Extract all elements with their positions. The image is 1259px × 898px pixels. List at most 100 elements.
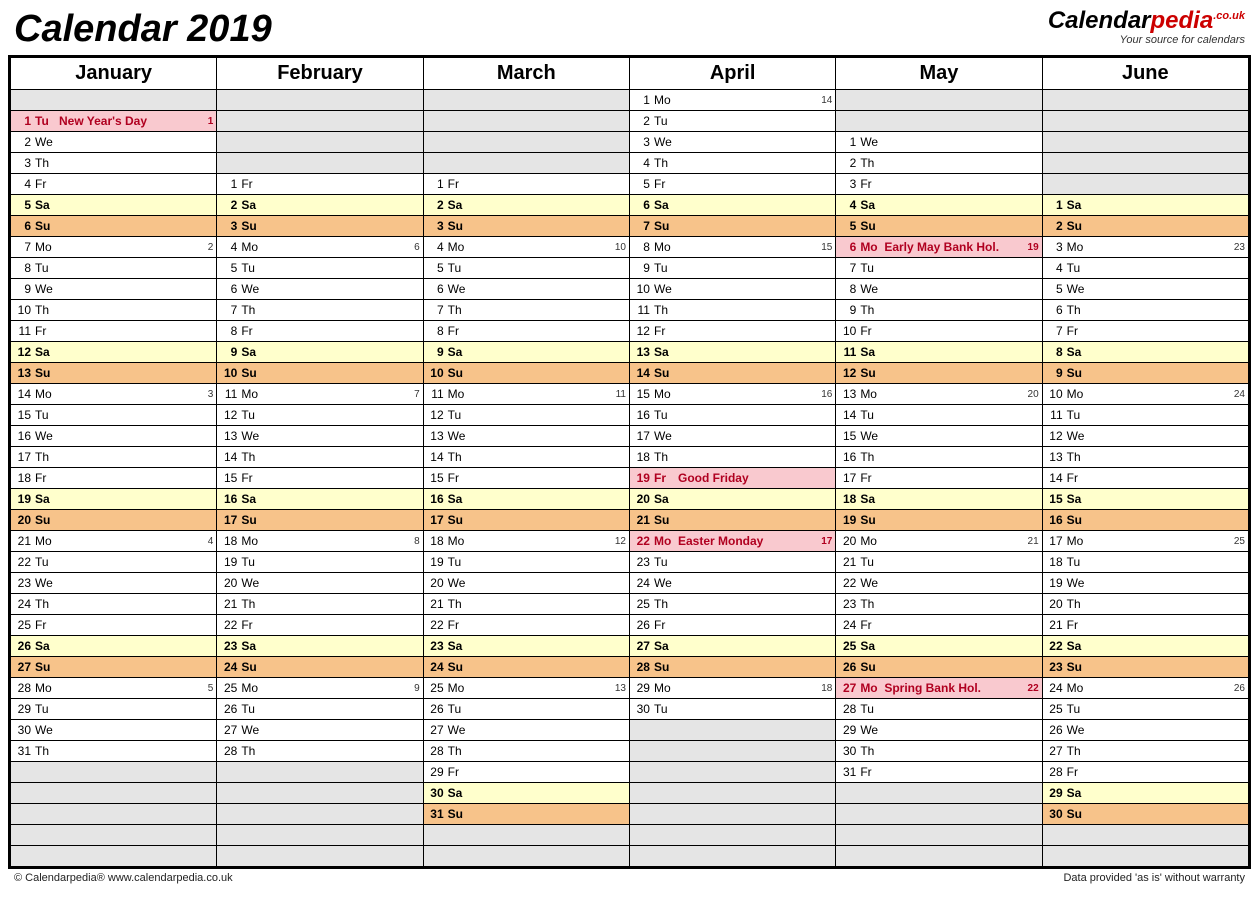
day-of-week: Sa [654, 198, 678, 212]
day-of-week: Th [448, 303, 472, 317]
day-number: 16 [428, 492, 448, 506]
day-cell: 1TuNew Year's Day1 [11, 111, 217, 132]
day-cell: 26Su [836, 657, 1042, 678]
day-number: 7 [634, 219, 654, 233]
day-cell: 2Su [1042, 216, 1248, 237]
day-of-week: Sa [448, 345, 472, 359]
day-of-week: Th [448, 744, 472, 758]
day-cell [836, 111, 1042, 132]
day-of-week: We [654, 282, 678, 296]
day-cell: 29Tu [11, 699, 217, 720]
day-number: 28 [1047, 765, 1067, 779]
day-cell [423, 153, 629, 174]
day-of-week: We [35, 723, 59, 737]
day-cell: 7Th [217, 300, 423, 321]
day-of-week: Th [448, 450, 472, 464]
day-label: New Year's Day [59, 114, 212, 128]
day-of-week: We [1067, 723, 1091, 737]
day-of-week: We [448, 576, 472, 590]
day-cell [217, 132, 423, 153]
day-cell: 4Tu [1042, 258, 1248, 279]
day-of-week: Th [35, 744, 59, 758]
day-number: 22 [1047, 639, 1067, 653]
day-of-week: Tu [448, 702, 472, 716]
day-cell: 9Tu [629, 258, 835, 279]
day-of-week: Tu [860, 702, 884, 716]
day-of-week: Th [1067, 744, 1091, 758]
day-of-week: Su [860, 366, 884, 380]
day-cell: 3Th [11, 153, 217, 174]
day-number: 8 [428, 324, 448, 338]
day-cell [1042, 153, 1248, 174]
day-number: 27 [840, 681, 860, 695]
day-of-week: Su [35, 219, 59, 233]
day-cell: 8Mo15 [629, 237, 835, 258]
day-cell: 16Tu [629, 405, 835, 426]
day-number: 17 [1047, 534, 1067, 548]
day-number: 6 [221, 282, 241, 296]
day-of-week: Su [35, 660, 59, 674]
day-of-week: Mo [448, 681, 472, 695]
day-cell: 24Su [423, 657, 629, 678]
day-number: 2 [428, 198, 448, 212]
day-number: 10 [840, 324, 860, 338]
day-of-week: Mo [860, 240, 884, 254]
day-cell: 18Mo8 [217, 531, 423, 552]
day-number: 3 [428, 219, 448, 233]
day-number: 13 [428, 429, 448, 443]
day-cell: 18Fr [11, 468, 217, 489]
day-cell: 9Sa [217, 342, 423, 363]
day-number: 16 [1047, 513, 1067, 527]
day-of-week: Su [1067, 807, 1091, 821]
day-cell: 27We [217, 720, 423, 741]
day-cell: 20Su [11, 510, 217, 531]
day-cell: 22We [836, 573, 1042, 594]
day-number: 8 [840, 282, 860, 296]
day-number: 4 [634, 156, 654, 170]
day-cell: 1Fr [423, 174, 629, 195]
day-number: 28 [15, 681, 35, 695]
day-cell: 8Sa [1042, 342, 1248, 363]
day-of-week: Fr [448, 177, 472, 191]
day-number: 17 [634, 429, 654, 443]
day-cell: 18Sa [836, 489, 1042, 510]
day-number: 7 [1047, 324, 1067, 338]
day-of-week: Su [448, 366, 472, 380]
day-cell: 5Su [836, 216, 1042, 237]
day-cell: 6We [423, 279, 629, 300]
day-number: 3 [840, 177, 860, 191]
day-of-week: Su [860, 660, 884, 674]
week-number: 10 [615, 242, 626, 253]
day-cell: 23Sa [423, 636, 629, 657]
day-number: 19 [221, 555, 241, 569]
day-of-week: Tu [448, 408, 472, 422]
day-number: 13 [840, 387, 860, 401]
day-number: 16 [221, 492, 241, 506]
day-number: 9 [840, 303, 860, 317]
day-number: 8 [1047, 345, 1067, 359]
day-of-week: We [241, 429, 265, 443]
day-cell: 31Su [423, 804, 629, 825]
day-number: 23 [15, 576, 35, 590]
day-cell: 15Fr [423, 468, 629, 489]
day-number: 21 [221, 597, 241, 611]
day-cell: 24Mo26 [1042, 678, 1248, 699]
week-number: 23 [1234, 242, 1245, 253]
day-cell: 5Tu [217, 258, 423, 279]
day-of-week: Tu [448, 555, 472, 569]
day-cell [11, 762, 217, 783]
day-number: 7 [840, 261, 860, 275]
day-of-week: Fr [241, 471, 265, 485]
day-number: 15 [428, 471, 448, 485]
day-number: 29 [1047, 786, 1067, 800]
day-number: 12 [221, 408, 241, 422]
day-number: 4 [15, 177, 35, 191]
day-number: 15 [634, 387, 654, 401]
day-cell [423, 846, 629, 867]
day-cell: 15We [836, 426, 1042, 447]
day-of-week: Tu [654, 555, 678, 569]
day-of-week: Mo [654, 93, 678, 107]
week-number: 22 [1028, 683, 1039, 694]
day-number: 19 [634, 471, 654, 485]
day-cell: 14Tu [836, 405, 1042, 426]
